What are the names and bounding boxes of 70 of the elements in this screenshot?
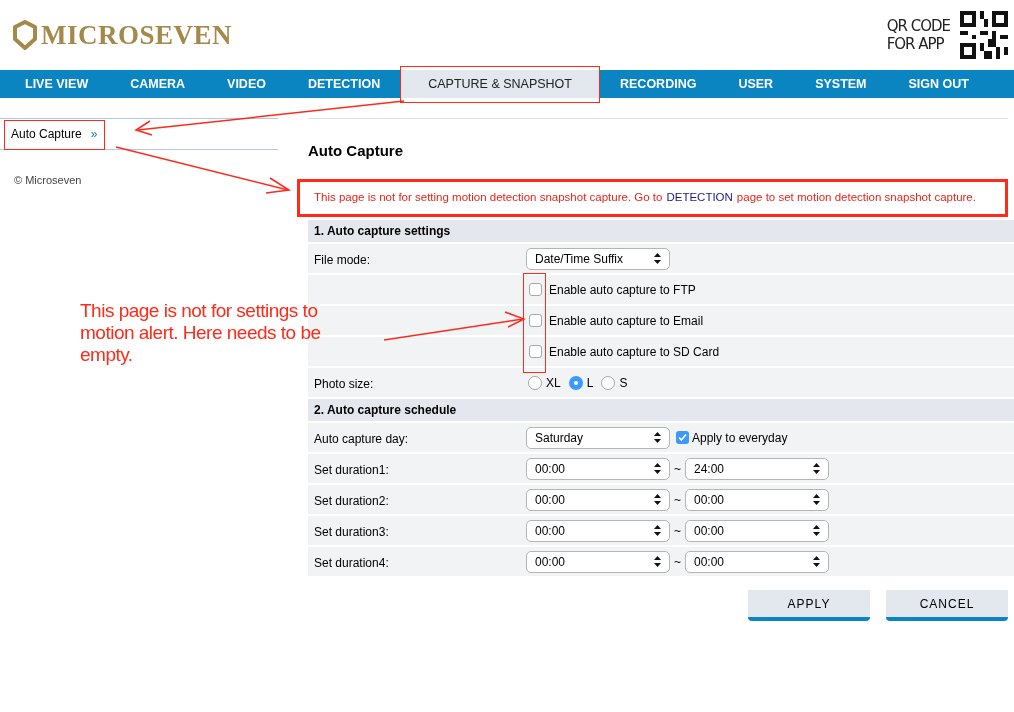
updown-arrows-icon <box>654 525 661 536</box>
section-header: 1. Auto capture settings <box>314 223 451 240</box>
updown-arrows-icon <box>813 556 820 567</box>
sidebar-item[interactable]: Auto Capture <box>11 125 82 143</box>
brand-logo: MICROSEVEN <box>41 18 233 52</box>
nav-tab[interactable]: USER <box>717 70 795 98</box>
nav-tab[interactable]: CAMERA <box>109 70 207 98</box>
checkbox-option[interactable]: Enable auto capture to Email <box>529 311 704 330</box>
nav-tab[interactable]: SIGN OUT <box>887 70 990 98</box>
dropdown[interactable]: 24:00 <box>685 457 829 480</box>
dropdown[interactable]: 00:00 <box>526 457 670 480</box>
checkbox-option[interactable]: Apply to everyday <box>676 428 788 447</box>
nav-tab[interactable]: RECORDING <box>599 70 718 98</box>
updown-arrows-icon <box>654 253 661 264</box>
nav-tab[interactable]: VIDEO <box>206 70 287 98</box>
updown-arrows-icon <box>813 494 820 505</box>
checkbox[interactable] <box>529 283 542 296</box>
checkbox-option[interactable]: Enable auto capture to FTP <box>529 280 696 299</box>
notice-text: page to set motion detection snapshot capture. <box>736 190 976 206</box>
annotation-note: This page is not for settings to motion alert. Here needs to be empty. <box>80 300 322 366</box>
field-label: Set duration2: <box>314 493 389 508</box>
field-label: File mode: <box>314 252 371 267</box>
field-label: Set duration1: <box>314 462 389 477</box>
range-separator: ~ <box>674 553 681 571</box>
radio-button[interactable] <box>568 375 583 390</box>
dropdown[interactable]: 00:00 <box>526 550 670 573</box>
dropdown[interactable]: Date/Time Suffix <box>526 247 670 270</box>
updown-arrows-icon <box>654 556 661 567</box>
dropdown[interactable]: 00:00 <box>685 519 829 542</box>
notice-text: This page is not for setting motion detection snapshot capture. Go to <box>314 190 663 206</box>
updown-arrows-icon <box>654 432 661 443</box>
dropdown[interactable]: 00:00 <box>685 488 829 511</box>
action-button[interactable]: APPLY <box>748 590 870 621</box>
checkbox[interactable] <box>529 314 542 327</box>
radio-button[interactable] <box>601 375 616 390</box>
field-label: Set duration3: <box>314 524 389 539</box>
field-label: Set duration4: <box>314 555 389 570</box>
shield-logo-icon <box>13 20 37 50</box>
copyright-text: © Microseven <box>14 174 82 186</box>
dropdown[interactable]: 00:00 <box>526 488 670 511</box>
nav-tab[interactable]: LIVE VIEW <box>4 70 110 98</box>
dropdown[interactable]: 00:00 <box>685 550 829 573</box>
dropdown[interactable]: Saturday <box>526 426 670 449</box>
dropdown[interactable]: 00:00 <box>526 519 670 542</box>
checkbox[interactable] <box>529 345 542 358</box>
range-separator: ~ <box>674 460 681 478</box>
radio-option[interactable]: L <box>568 373 594 392</box>
detection-link[interactable]: DETECTION <box>666 189 733 207</box>
nav-tab[interactable]: CAPTURE & SNAPSHOT <box>401 70 599 98</box>
range-separator: ~ <box>674 522 681 540</box>
section-header: 2. Auto capture schedule <box>314 402 457 419</box>
updown-arrows-icon <box>654 463 661 474</box>
radio-option[interactable]: S <box>601 373 628 392</box>
field-label: Photo size: <box>314 376 374 391</box>
nav-tab[interactable]: DETECTION <box>286 70 402 98</box>
qr-code-icon <box>960 11 1008 59</box>
updown-arrows-icon <box>813 525 820 536</box>
updown-arrows-icon <box>813 463 820 474</box>
range-separator: ~ <box>674 491 681 509</box>
field-label: Auto capture day: <box>314 431 409 446</box>
nav-tab[interactable]: SYSTEM <box>794 70 888 98</box>
sidebar-marker: » <box>90 126 98 143</box>
checkbox-option[interactable]: Enable auto capture to SD Card <box>529 342 720 361</box>
radio-button[interactable] <box>528 375 542 390</box>
checkbox[interactable] <box>676 431 689 444</box>
action-button[interactable]: CANCEL <box>886 590 1008 621</box>
page-title: Auto Capture <box>308 142 403 159</box>
radio-option[interactable]: XL <box>528 373 561 392</box>
updown-arrows-icon <box>654 494 661 505</box>
qr-code-label: QR CODE FOR APP <box>886 17 950 53</box>
